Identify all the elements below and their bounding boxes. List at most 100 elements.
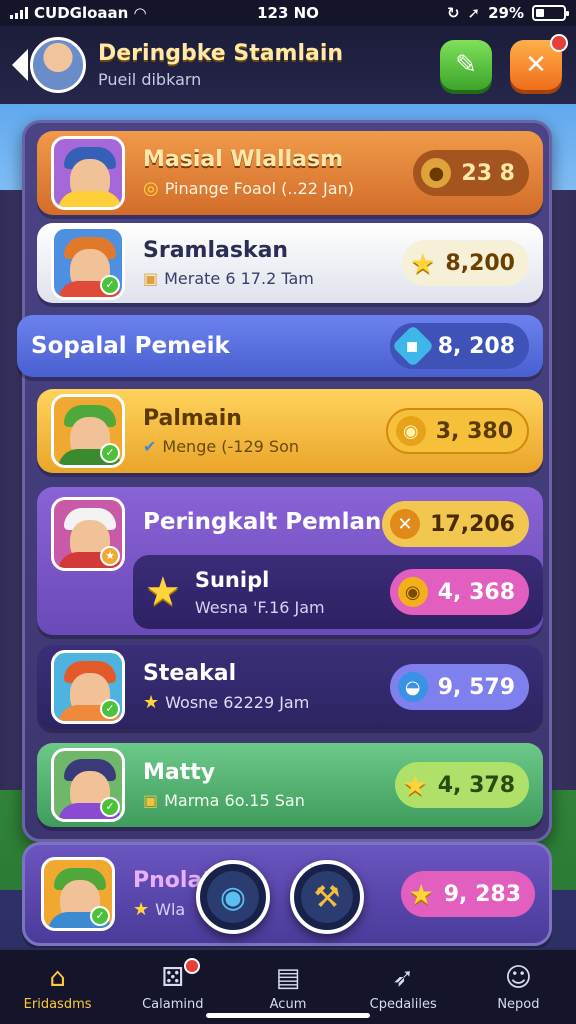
location-icon: ➚ <box>467 4 481 22</box>
score-value: 9, 579 <box>437 674 515 700</box>
player-name: Sunipl <box>194 567 270 592</box>
gem-icon: ◆ <box>391 324 434 368</box>
player-name: Palmain <box>143 406 242 431</box>
check-badge: ✓ <box>100 699 120 719</box>
player-name: Peringkalt Pemlan <box>143 509 382 535</box>
carrier-label: CUDGloaan <box>34 4 129 22</box>
player-subtitle: Wesna 'F.16 Jam <box>194 597 325 617</box>
star-icon: ★ <box>402 768 428 802</box>
coin-icon: ◎ <box>143 178 159 199</box>
list-item[interactable]: ✓ Pnolat ★ Wla ★ 9, 283 <box>22 842 552 946</box>
nav-label: Acum <box>269 996 307 1012</box>
score-value: 8,200 <box>445 250 515 276</box>
score-value: 8, 208 <box>437 333 515 359</box>
nav-label: Calamind <box>142 996 204 1012</box>
sync-icon: ↻ <box>446 4 460 22</box>
coin-icon: ◉ <box>397 577 428 607</box>
score-pill: ● 23 8 <box>413 150 529 196</box>
score-pill: ◉ 3, 380 <box>385 408 529 454</box>
signal-icon <box>10 7 28 19</box>
avatar <box>51 136 125 210</box>
check-icon: ✔ <box>143 437 157 456</box>
player-subtitle: Wosne 62229 Jam <box>165 693 310 712</box>
wifi-icon: ◠ <box>134 4 146 22</box>
score-pill: ◒ 9, 579 <box>389 664 529 710</box>
star-icon: ★ <box>143 692 160 713</box>
list-item[interactable]: ✓ Palmain ✔ Menge (-129 Son ◉ 3, 380 <box>37 389 543 473</box>
list-item[interactable]: Masial Wlallasm ◎ Pinange Foaol (..22 Jan… <box>37 131 543 215</box>
score-pill: ★ 8,200 <box>402 240 529 286</box>
camera-button[interactable]: ◉ <box>196 860 270 934</box>
notification-dot <box>550 34 568 52</box>
header: Deringbke Stamlain Pueil dibkarn ✎ ✕ <box>0 26 576 104</box>
star-icon: ★ <box>410 246 436 280</box>
rocket-icon: ➶ <box>392 962 415 993</box>
score-value: 17,206 <box>430 511 515 537</box>
check-badge: ✓ <box>90 906 110 926</box>
coin-icon: ● <box>421 158 452 188</box>
nav-home[interactable]: ⌂ Eridasdms <box>0 950 115 1024</box>
wrench-icon: ⚒ <box>313 879 341 915</box>
page-title: Deringbke Stamlain <box>98 41 344 66</box>
player-name: Sopalal Pemeik <box>31 333 230 359</box>
star-icon: ★ <box>133 899 150 920</box>
star-icon: ★ <box>408 877 434 911</box>
score-pill: ★ 9, 283 <box>400 871 535 917</box>
star-badge: ★ <box>100 546 120 566</box>
score-pill: ★ 4, 378 <box>394 762 529 808</box>
notification-dot <box>184 958 201 974</box>
avatar: ✓ <box>51 650 125 724</box>
avatar: ✓ <box>51 748 125 822</box>
page-subtitle: Pueil dibkarn <box>98 70 202 89</box>
home-indicator <box>206 1013 370 1018</box>
status-bar: CUDGloaan ◠ 123 NO ↻ ➚ 29% <box>0 0 576 26</box>
nav-label: Nepod <box>497 996 540 1012</box>
bottom-nav: ⌂ Eridasdms ⚄ Calamind ▤ Acum ➶ Cpedalil… <box>0 948 576 1024</box>
player-name: Masial Wlallasm <box>143 147 344 172</box>
score-pill: ✕ 17,206 <box>382 501 529 547</box>
home-icon: ⌂ <box>49 962 66 993</box>
list-item[interactable]: ✓ Matty ▣ Marma 6o.15 San ★ 4, 378 <box>37 743 543 827</box>
close-button[interactable]: ✕ <box>510 34 568 90</box>
player-name: Sramlaskan <box>143 238 289 263</box>
back-icon[interactable] <box>12 49 28 81</box>
avatar[interactable] <box>30 37 86 93</box>
clipboard-icon: ▤ <box>275 962 301 993</box>
check-badge: ✓ <box>100 797 120 817</box>
score-value: 23 8 <box>461 160 515 186</box>
edit-icon: ✎ <box>455 50 477 80</box>
score-value: 4, 378 <box>437 772 515 798</box>
player-name: Matty <box>143 760 216 785</box>
nav-profile[interactable]: ☺ Nepod <box>461 950 576 1024</box>
close-icon: ✕ <box>525 50 547 80</box>
player-name: Steakal <box>143 661 237 686</box>
shield-icon: ◒ <box>397 672 428 702</box>
player-subtitle: Pinange Foaol (..22 Jan) <box>164 179 354 198</box>
score-value: 4, 368 <box>437 579 515 605</box>
tools-button[interactable]: ⚒ <box>290 860 364 934</box>
chest-icon: ▣ <box>143 269 159 288</box>
list-item[interactable]: ★ Sunipl Wesna 'F.16 Jam ◉ 4, 368 <box>133 555 543 629</box>
avatar: ✓ <box>41 857 115 931</box>
score-pill: ◉ 4, 368 <box>389 569 529 615</box>
nav-label: Eridasdms <box>23 996 92 1012</box>
score-value: 9, 283 <box>443 881 521 907</box>
nav-label: Cpedaliles <box>369 996 437 1012</box>
battery-icon <box>532 5 569 21</box>
edit-button[interactable]: ✎ <box>440 40 492 90</box>
check-badge: ✓ <box>100 443 120 463</box>
list-item[interactable]: ✓ Steakal ★ Wosne 62229 Jam ◒ 9, 579 <box>37 645 543 729</box>
battery-percent: 29% <box>488 4 524 22</box>
list-item[interactable]: Sopalal Pemeik ◆ 8, 208 <box>17 315 543 377</box>
camera-icon: ◉ <box>219 879 247 915</box>
profile-icon: ☺ <box>504 962 532 993</box>
leaderboard-panel: Masial Wlallasm ◎ Pinange Foaol (..22 Jan… <box>17 120 552 842</box>
star-icon: ★ <box>145 569 181 615</box>
player-subtitle: Menge (-129 Son <box>162 437 300 456</box>
score-value: 3, 380 <box>435 418 513 444</box>
list-item[interactable]: ✓ Sramlaskan ▣ Merate 6 17.2 Tam ★ 8,200 <box>37 223 543 303</box>
score-pill: ◆ 8, 208 <box>389 323 529 369</box>
chest-icon: ▣ <box>143 791 159 810</box>
check-badge: ✓ <box>100 275 120 295</box>
player-subtitle: Merate 6 17.2 Tam <box>164 269 314 288</box>
